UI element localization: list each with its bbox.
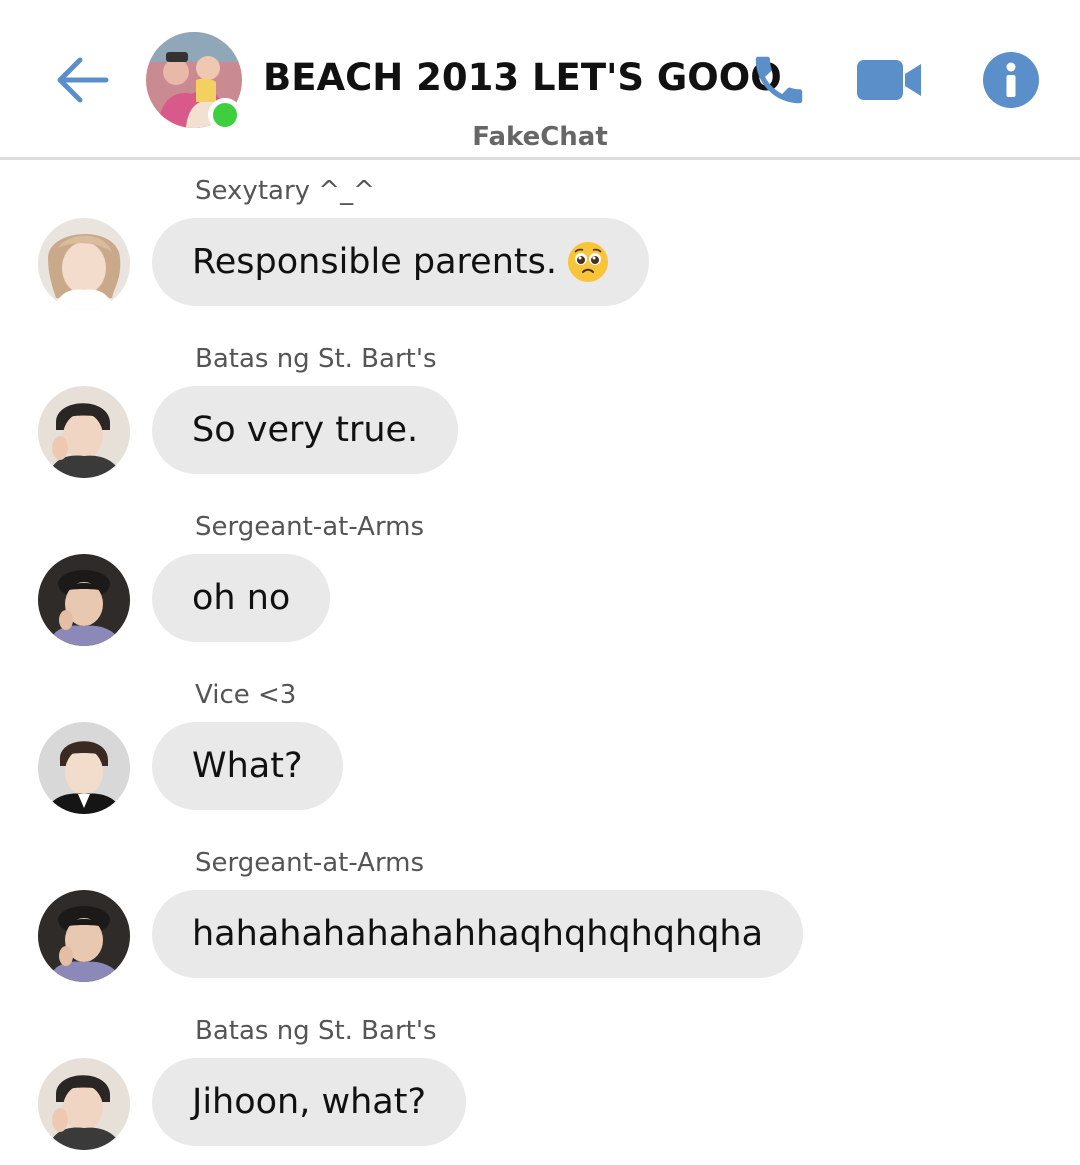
message-row: Sergeant-at-Arms oh no <box>0 512 1080 680</box>
message-bubble[interactable]: So very true. <box>152 386 459 474</box>
back-arrow-icon[interactable] <box>52 50 112 110</box>
message-bubble[interactable]: What? <box>152 722 343 810</box>
message-text: Responsible parents. <box>192 242 557 282</box>
avatar-sergeant[interactable] <box>38 890 130 982</box>
message-text: So very true. <box>192 410 419 450</box>
sender-name: Vice <3 <box>195 680 297 710</box>
message-text: oh no <box>192 578 291 618</box>
message-bubble[interactable]: hahahahahahahhaqhqhqhqhqha <box>152 890 804 978</box>
message-bubble[interactable]: oh no <box>152 554 331 642</box>
sender-name: Sergeant-at-Arms <box>195 848 425 878</box>
sender-name: Batas ng St. Bart's <box>195 344 437 374</box>
pleading-face-emoji <box>567 241 609 283</box>
message-row: Batas ng St. Bart's Jihoon, what? <box>0 1016 1080 1165</box>
phone-icon[interactable] <box>744 48 814 112</box>
avatar-sexytary[interactable] <box>38 218 130 310</box>
avatar-batas[interactable] <box>38 386 130 478</box>
message-bubble[interactable]: Responsible parents. <box>152 218 649 306</box>
message-row: Batas ng St. Bart's So very true. <box>0 344 1080 512</box>
chat-header: BEACH 2013 LET'S GOOO FakeChat <box>0 0 1080 160</box>
info-icon[interactable] <box>976 48 1046 112</box>
message-row: Sergeant-at-Arms hahahahahahahhaqhqhqhqh… <box>0 848 1080 1016</box>
message-row: Sexytary ^_^ Responsible parents. <box>0 176 1080 344</box>
message-bubble[interactable]: Jihoon, what? <box>152 1058 467 1146</box>
sender-name: Batas ng St. Bart's <box>195 1016 437 1046</box>
sender-name: Sexytary ^_^ <box>195 176 375 206</box>
avatar-vice[interactable] <box>38 722 130 814</box>
avatar-sergeant[interactable] <box>38 554 130 646</box>
message-row: Vice <3 What? <box>0 680 1080 848</box>
message-text: Jihoon, what? <box>192 1082 427 1122</box>
message-text: hahahahahahahhaqhqhqhqhqha <box>192 914 764 954</box>
avatar-batas[interactable] <box>38 1058 130 1150</box>
message-text: What? <box>192 746 303 786</box>
app-subtitle: FakeChat <box>472 122 608 152</box>
video-camera-icon[interactable] <box>854 48 924 112</box>
group-title[interactable]: BEACH 2013 LET'S GOOO <box>263 56 782 99</box>
sender-name: Sergeant-at-Arms <box>195 512 425 542</box>
